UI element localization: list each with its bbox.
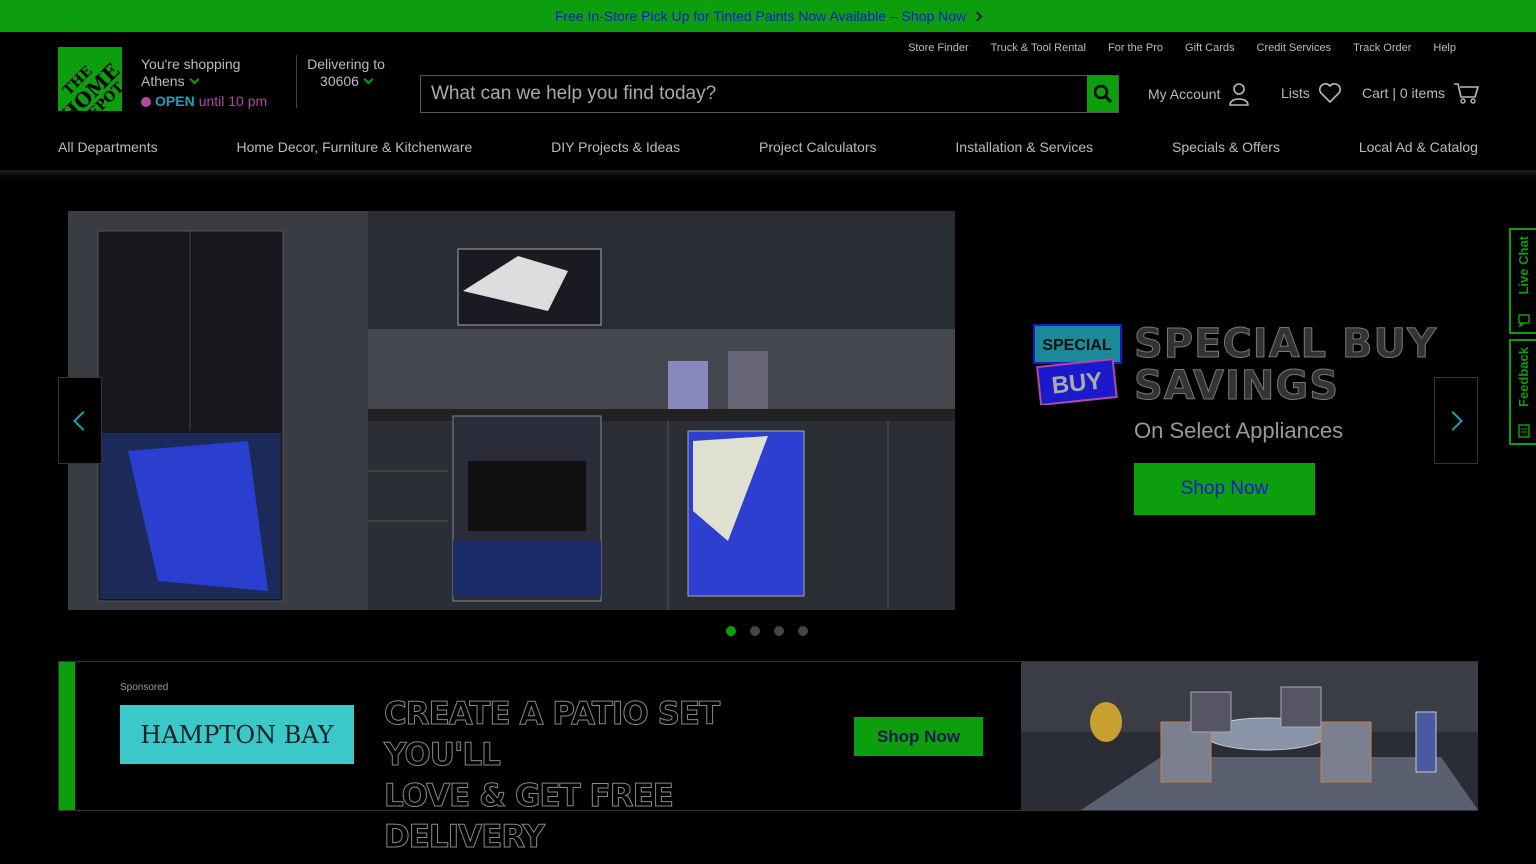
hero-title: SPECIAL BUY SAVINGS	[1134, 321, 1437, 409]
util-link-gift-cards[interactable]: Gift Cards	[1185, 42, 1235, 54]
nav-specials-offers[interactable]: Specials & Offers	[1172, 139, 1280, 155]
divider	[296, 55, 297, 108]
sponsored-banner[interactable]: Sponsored HAMPTON BAY CREATE A PATIO SET…	[58, 661, 1478, 856]
store-hours-label: until 10 pm	[198, 93, 268, 109]
user-icon	[1229, 83, 1250, 106]
util-link-help[interactable]: Help	[1433, 42, 1456, 54]
live-chat-tab[interactable]: Live Chat	[1509, 228, 1536, 334]
lists-label: Lists	[1281, 85, 1310, 101]
cart-label: Cart | 0 items	[1362, 85, 1445, 101]
live-chat-label: Live Chat	[1516, 236, 1531, 295]
lists-button[interactable]: Lists	[1281, 82, 1342, 104]
nav-shadow	[0, 170, 1536, 178]
promo-text: Free In-Store Pick Up for Tinted Paints …	[554, 8, 967, 24]
hampton-bay-logo: HAMPTON BAY	[120, 705, 354, 764]
chevron-down-icon	[189, 74, 200, 85]
chevron-right-icon	[972, 11, 983, 21]
carousel-dot[interactable]	[798, 626, 808, 636]
status-dot-icon	[141, 96, 151, 107]
delivery-zip-selector[interactable]: Delivering to 30606	[306, 56, 386, 90]
my-account-button[interactable]: My Account	[1148, 82, 1250, 106]
carousel-dot[interactable]	[750, 626, 760, 636]
nav-project-calculators[interactable]: Project Calculators	[759, 139, 877, 155]
store-status: OPEN	[155, 93, 195, 109]
cart-button[interactable]: Cart | 0 items	[1362, 82, 1479, 104]
patio-set-image	[1021, 662, 1478, 810]
chat-icon	[1517, 314, 1530, 327]
carousel-dots	[726, 626, 808, 636]
kitchen-illustration	[68, 211, 955, 610]
chevron-left-icon	[73, 410, 93, 431]
nav-all-departments[interactable]: All Departments	[58, 139, 158, 155]
store-city-label: Athens	[141, 73, 185, 89]
store-selector[interactable]: You're shopping Athens OPEN until 10 pm	[141, 56, 267, 110]
cart-icon	[1454, 83, 1479, 104]
promo-link[interactable]: Free In-Store Pick Up for Tinted Paints …	[554, 8, 983, 24]
search-icon	[1093, 84, 1112, 104]
sponsored-headline: CREATE A PATIO SET YOU'LL LOVE & GET FRE…	[384, 696, 721, 856]
search-input[interactable]	[421, 76, 1087, 112]
main-nav: All Departments Home Decor, Furniture & …	[58, 139, 1478, 155]
promo-banner: Free In-Store Pick Up for Tinted Paints …	[0, 0, 1536, 32]
carousel-dot[interactable]	[726, 626, 736, 636]
utility-nav: Store Finder Truck & Tool Rental For the…	[908, 42, 1456, 54]
special-buy-badge: SPECIAL BUY	[1033, 323, 1122, 406]
feedback-icon	[1517, 424, 1530, 438]
nav-diy-projects[interactable]: DIY Projects & Ideas	[551, 139, 680, 155]
store-city[interactable]: Athens	[141, 73, 267, 90]
svg-text:BUY: BUY	[1050, 367, 1103, 399]
hero-subtitle: On Select Appliances	[1134, 418, 1344, 443]
svg-text:SPECIAL: SPECIAL	[1042, 337, 1112, 354]
hero-kitchen-image[interactable]	[68, 211, 955, 610]
util-link-for-the-pro[interactable]: For the Pro	[1108, 42, 1163, 54]
feedback-tab[interactable]: Feedback	[1509, 339, 1536, 445]
hero-prev-button[interactable]	[58, 377, 102, 464]
feedback-label: Feedback	[1516, 347, 1531, 407]
chevron-right-icon	[1443, 410, 1463, 431]
heart-icon	[1318, 83, 1341, 104]
store-hours: OPEN until 10 pm	[141, 93, 267, 110]
search-button[interactable]	[1087, 76, 1118, 112]
nav-local-ad[interactable]: Local Ad & Catalog	[1359, 139, 1478, 155]
nav-home-decor[interactable]: Home Decor, Furniture & Kitchenware	[237, 139, 473, 155]
sponsored-accent-bar	[59, 662, 75, 810]
hero-next-button[interactable]	[1434, 377, 1478, 464]
home-depot-logo[interactable]: THE HOME DEPOT	[58, 47, 122, 111]
my-account-label: My Account	[1148, 86, 1221, 102]
util-link-credit-services[interactable]: Credit Services	[1257, 42, 1332, 54]
chevron-down-icon	[363, 74, 374, 85]
sponsored-shop-now-button[interactable]: Shop Now	[854, 717, 983, 756]
nav-installation-services[interactable]: Installation & Services	[955, 139, 1093, 155]
util-link-truck-rental[interactable]: Truck & Tool Rental	[991, 42, 1086, 54]
shopping-label: You're shopping	[141, 56, 241, 72]
sponsored-tag: Sponsored	[120, 682, 169, 693]
delivery-zip: 30606	[320, 73, 359, 89]
delivery-label: Delivering to	[307, 56, 385, 72]
logo-wordmark: THE HOME DEPOT	[58, 58, 122, 111]
search-bar	[420, 75, 1119, 113]
carousel-dot[interactable]	[774, 626, 784, 636]
util-link-track-order[interactable]: Track Order	[1353, 42, 1411, 54]
hero-shop-now-button[interactable]: Shop Now	[1134, 463, 1315, 515]
util-link-store-finder[interactable]: Store Finder	[908, 42, 969, 54]
